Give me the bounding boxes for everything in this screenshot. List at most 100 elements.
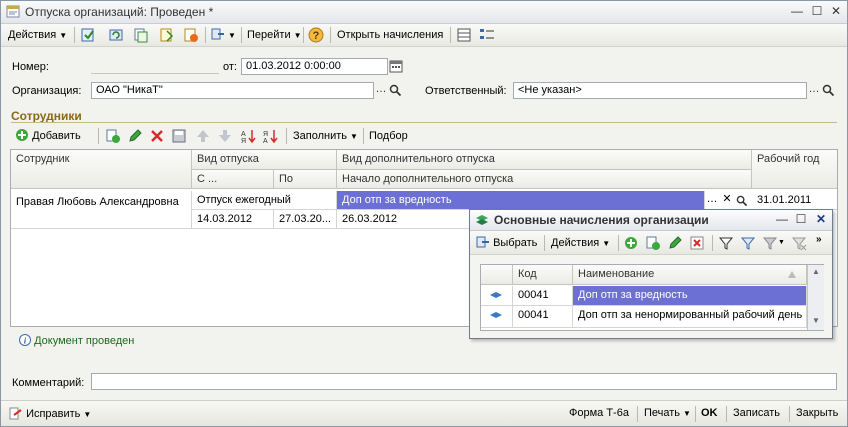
sort-indicator-icon [788,271,796,278]
popup-minimize-icon[interactable]: — [774,212,790,227]
col-name[interactable]: Наименование [573,265,807,285]
sort-asc-icon[interactable]: AЯ [240,128,256,144]
document-window: Отпуска организаций: Проведен * — ☐ ✕ Де… [0,0,848,427]
cell-extra-start[interactable]: 26.03.2012 [337,210,477,229]
cell-clear-icon[interactable]: ✕ [720,193,734,208]
minimize-icon[interactable]: — [789,4,805,19]
cell-name[interactable]: Доп отп за ненормированный рабочий день [573,306,807,328]
fix-menu[interactable]: Исправить ▼ [9,407,91,420]
cell-name[interactable]: Доп отп за вредность [573,286,807,306]
scroll-down-icon[interactable]: ▼ [812,316,820,325]
structure-button[interactable]: ▼ [211,27,236,43]
org-select-icon[interactable]: … [374,83,388,98]
save-doc-icon[interactable] [159,27,175,43]
col-extra-start[interactable]: Начало дополнительного отпуска [337,170,752,189]
cell-code[interactable]: 00041 [513,286,573,306]
clear-filter-icon[interactable] [791,235,807,251]
goto-menu[interactable]: Перейти ▼ [247,27,302,43]
cell-work-year[interactable]: 31.01.2011 [752,191,837,210]
choose-button[interactable]: Выбрать [476,235,537,251]
copy-icon[interactable] [133,27,149,43]
col-from[interactable]: С ... [192,170,274,189]
employees-section-title: Сотрудники [11,109,82,123]
filter-settings-icon[interactable] [718,235,734,251]
svg-text:?: ? [313,30,320,42]
close-button[interactable]: Закрыть [796,407,838,419]
responsible-label: Ответственный: [425,85,507,97]
popup-copy-icon[interactable] [645,235,661,251]
col-vacation-type[interactable]: Вид отпуска [192,150,337,170]
responsible-search-icon[interactable] [822,84,835,97]
popup-delete-icon[interactable] [689,235,705,251]
main-toolbar: Действия ▼ ▼ Перейти ▼ ? Открыть начислени… [1,24,847,47]
cell-search-icon[interactable] [736,195,748,207]
cell-from[interactable]: 14.03.2012 [192,210,274,229]
popup-title: Основные начисления организации [494,213,709,227]
scroll-up-icon[interactable]: ▲ [812,267,820,276]
edit-icon[interactable] [127,128,143,144]
organization-field[interactable]: ОАО "НикаТ" [91,82,374,99]
document-icon [6,5,20,18]
post-document-icon[interactable] [80,27,96,43]
date-field[interactable]: 01.03.2012 0:00:00 [241,58,388,75]
status-text: Документ проведен [34,335,135,347]
col-work-year[interactable]: Рабочий год [752,150,837,189]
calendar-icon[interactable] [389,59,403,73]
comment-label: Комментарий: [12,377,85,389]
popup-add-icon[interactable] [623,235,639,251]
form-t6a-button[interactable]: Форма Т-6а [569,407,629,419]
open-accruals-button[interactable]: Открыть начисления [337,27,443,43]
copy-row-icon[interactable] [105,128,121,144]
col-marker [481,265,513,285]
svg-text:A: A [263,138,268,144]
write-button[interactable]: Записать [733,407,780,419]
sort-desc-icon[interactable]: ЯA [262,128,278,144]
status-line: i Документ проведен [19,334,134,347]
from-label: от: [223,61,237,73]
col-to[interactable]: По [274,170,337,189]
cell-select-icon[interactable]: … [705,193,719,208]
select-button[interactable]: Подбор [369,128,408,144]
settings-list-icon[interactable] [479,27,495,43]
move-down-icon[interactable] [217,128,233,144]
close-icon[interactable]: ✕ [828,4,844,19]
popup-close-icon[interactable]: ✕ [813,212,829,227]
responsible-select-icon[interactable]: … [807,83,821,98]
window-title: Отпуска организаций: Проведен * [25,5,214,19]
responsible-field[interactable]: <Не указан> [513,82,807,99]
popup-maximize-icon[interactable]: ☐ [793,212,809,227]
add-button[interactable]: Добавить [15,128,81,144]
maximize-icon[interactable]: ☐ [809,4,825,19]
cell-to[interactable]: 27.03.20... [274,210,337,229]
col-code[interactable]: Код [513,265,573,285]
cell-vacation-type[interactable]: Отпуск ежегодный [192,191,337,210]
org-search-icon[interactable] [389,84,402,97]
comment-field[interactable] [91,373,837,390]
number-label: Номер: [12,61,49,73]
refresh-icon[interactable] [108,27,124,43]
unpost-icon[interactable] [183,27,199,43]
ok-button[interactable]: OK [701,407,718,419]
save-row-icon[interactable] [171,128,187,144]
svg-text:A: A [241,131,246,138]
move-up-icon[interactable] [195,128,211,144]
help-icon[interactable]: ? [308,27,324,43]
col-employee[interactable]: Сотрудник [11,150,192,189]
more-icon[interactable]: » [816,232,822,248]
accruals-table: Код Наименование ▲ ▼ 00041 Доп отп за вр… [480,264,824,331]
filter-history-arrow[interactable]: ▼ [778,235,785,251]
filter-by-value-icon[interactable] [740,235,756,251]
scrollbar[interactable]: ▲ ▼ [807,265,824,330]
cell-extra-vacation-type[interactable]: Доп отп за вредность [337,191,705,210]
list-view-icon[interactable] [456,27,472,43]
actions-menu[interactable]: Действия ▼ [8,27,67,43]
filter-history-icon[interactable] [762,235,778,251]
cell-code[interactable]: 00041 [513,306,573,328]
col-extra-vacation-type[interactable]: Вид дополнительного отпуска [337,150,752,170]
cell-employee[interactable]: Правая Любовь Александровна [11,191,192,229]
delete-icon[interactable] [149,128,165,144]
popup-actions-menu[interactable]: Действия ▼ [551,235,610,251]
print-menu[interactable]: Печать ▼ [644,407,691,419]
fill-menu[interactable]: Заполнить ▼ [293,128,358,144]
popup-edit-icon[interactable] [667,235,683,251]
